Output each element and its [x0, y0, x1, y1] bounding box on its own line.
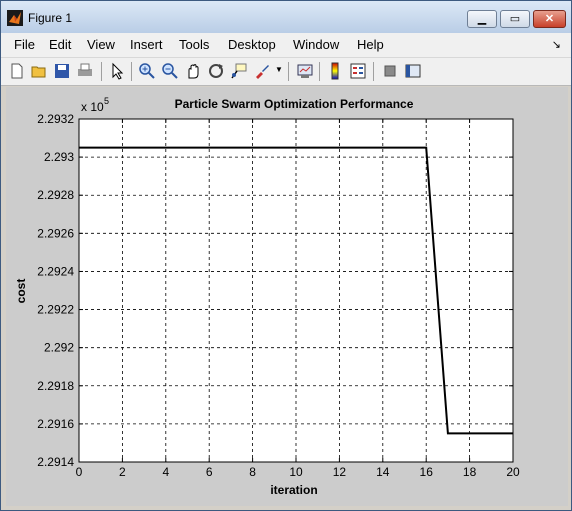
rotate-icon[interactable] — [207, 62, 225, 80]
figure-window: Figure 1 ▁ ▭ ✕ File Edit View Insert Too… — [0, 0, 572, 511]
x-tick-label: 12 — [333, 465, 347, 479]
menu-view[interactable]: View — [87, 37, 115, 52]
brush-dropdown-icon[interactable]: ▼ — [275, 65, 283, 74]
colorbar-icon[interactable] — [326, 62, 344, 80]
close-icon: ✕ — [544, 13, 555, 25]
hide-plot-tools-icon[interactable] — [381, 62, 399, 80]
toolbar-separator — [319, 62, 320, 81]
window-title: Figure 1 — [28, 11, 73, 25]
minimize-icon: ▁ — [477, 13, 487, 25]
menu-tools[interactable]: Tools — [179, 37, 209, 52]
maximize-icon: ▭ — [509, 13, 521, 25]
y-tick-label: 2.2922 — [37, 303, 74, 317]
y-tick-label: 2.292 — [44, 341, 74, 355]
menu-edit[interactable]: Edit — [49, 37, 71, 52]
x-tick-label: 20 — [506, 465, 520, 479]
y-exponent-base: x 10 — [81, 100, 104, 114]
x-tick-label: 0 — [76, 465, 83, 479]
menu-desktop[interactable]: Desktop — [228, 37, 276, 52]
menu-dock-arrow-icon[interactable]: ↘ — [552, 38, 561, 51]
y-tick-label: 2.293 — [44, 150, 74, 164]
y-axis-label: cost — [14, 279, 28, 304]
menu-file[interactable]: File — [14, 37, 35, 52]
minimize-button[interactable]: ▁ — [467, 10, 497, 28]
x-tick-label: 4 — [162, 465, 169, 479]
y-tick-label: 2.2926 — [37, 226, 74, 240]
menu-bar: File Edit View Insert Tools Desktop Wind… — [1, 33, 571, 58]
save-icon[interactable] — [53, 62, 71, 80]
toolbar-separator — [131, 62, 132, 81]
title-bar[interactable]: Figure 1 ▁ ▭ ✕ — [1, 1, 571, 34]
menu-insert[interactable]: Insert — [130, 37, 163, 52]
legend-icon[interactable] — [349, 62, 367, 80]
print-icon[interactable] — [76, 62, 94, 80]
y-tick-label: 2.2924 — [37, 264, 74, 278]
x-tick-label: 16 — [420, 465, 434, 479]
close-button[interactable]: ✕ — [533, 10, 566, 28]
toolbar: ▼ — [1, 58, 571, 86]
pan-icon[interactable] — [184, 62, 202, 80]
link-plot-icon[interactable] — [296, 62, 314, 80]
x-axis-label: iteration — [270, 483, 317, 497]
show-plot-tools-icon[interactable] — [404, 62, 422, 80]
y-tick-label: 2.2932 — [37, 112, 74, 126]
toolbar-separator — [101, 62, 102, 81]
figure-canvas: Particle Swarm Optimization Performance … — [6, 87, 568, 506]
y-tick-label: 2.2916 — [37, 417, 74, 431]
plot-area[interactable] — [79, 119, 513, 462]
toolbar-separator — [373, 62, 374, 81]
x-tick-label: 6 — [206, 465, 213, 479]
x-tick-label: 8 — [249, 465, 256, 479]
x-tick-label: 18 — [463, 465, 477, 479]
toolbar-separator — [288, 62, 289, 81]
y-exponent-label: x 10 5 — [81, 96, 109, 114]
x-tick-label: 14 — [376, 465, 390, 479]
new-figure-icon[interactable] — [8, 62, 26, 80]
x-tick-label: 2 — [119, 465, 126, 479]
zoom-in-icon[interactable] — [138, 62, 156, 80]
matlab-icon — [7, 10, 23, 26]
zoom-out-icon[interactable] — [161, 62, 179, 80]
chart-title: Particle Swarm Optimization Performance — [175, 97, 414, 111]
menu-help[interactable]: Help — [357, 37, 384, 52]
open-file-icon[interactable] — [30, 62, 48, 80]
data-cursor-icon[interactable] — [230, 62, 248, 80]
menu-window[interactable]: Window — [293, 37, 339, 52]
y-tick-label: 2.2918 — [37, 379, 74, 393]
y-tick-label: 2.2928 — [37, 188, 74, 202]
x-tick-label: 10 — [289, 465, 303, 479]
chart-svg: Particle Swarm Optimization Performance … — [14, 96, 520, 497]
pointer-icon[interactable] — [108, 62, 126, 80]
y-exponent-power: 5 — [104, 96, 109, 106]
y-tick-label: 2.2914 — [37, 455, 74, 469]
maximize-button[interactable]: ▭ — [500, 10, 530, 28]
brush-icon[interactable] — [253, 62, 271, 80]
